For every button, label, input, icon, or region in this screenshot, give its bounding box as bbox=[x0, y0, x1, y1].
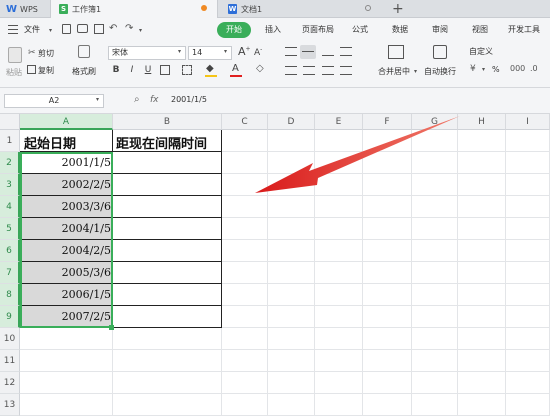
red-arrow-annotation bbox=[255, 116, 460, 193]
annotation-overlay bbox=[255, 116, 460, 193]
